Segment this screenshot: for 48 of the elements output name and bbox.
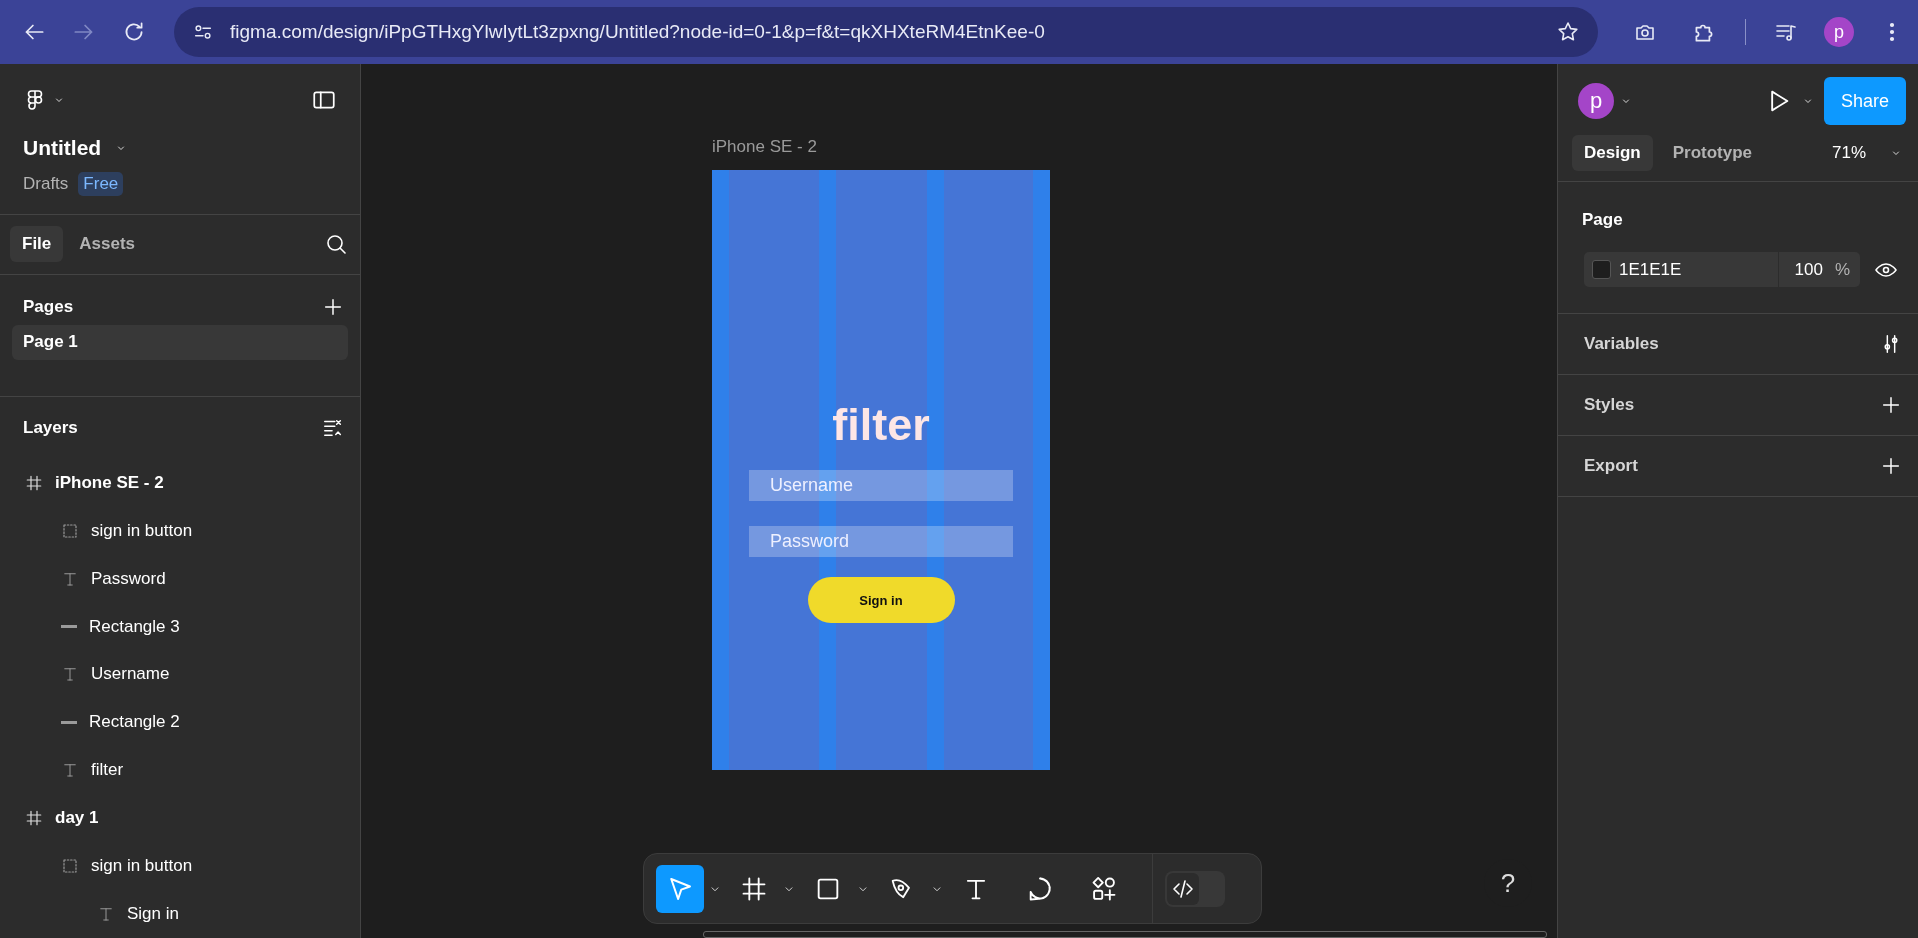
app-title: filter	[832, 400, 930, 450]
search-icon[interactable]	[324, 232, 348, 257]
color-field[interactable]: 1E1E1E 100 %	[1584, 252, 1860, 287]
section-heading: Variables	[1584, 334, 1659, 354]
layer-name[interactable]: Rectangle 3	[89, 616, 180, 637]
add-icon[interactable]	[1880, 394, 1902, 416]
layer-name[interactable]: Sign in	[127, 904, 179, 925]
frame-icon	[25, 809, 43, 828]
layer-name[interactable]: day 1	[55, 808, 99, 829]
layer-name[interactable]: sign in button	[91, 856, 193, 877]
layer-name[interactable]: Rectangle 2	[89, 712, 180, 733]
file-title[interactable]: Untitled	[23, 136, 102, 160]
section-heading: Page	[1581, 209, 1624, 231]
user-avatar[interactable]: p	[1578, 83, 1614, 119]
section-heading: Layers	[23, 417, 78, 438]
star-icon[interactable]	[1556, 20, 1580, 44]
section-heading: Export	[1584, 456, 1638, 476]
panel-tab[interactable]: Assets	[67, 226, 148, 263]
section-heading: Styles	[1584, 395, 1635, 415]
layer-name[interactable]: sign in button	[91, 520, 193, 541]
sign-in-button[interactable]: Sign in	[807, 577, 955, 623]
dashed-square-icon	[61, 521, 79, 540]
project-name: Drafts	[23, 174, 69, 194]
dashed-square-icon	[61, 857, 79, 876]
address-bar[interactable]: figma.com/design/iPpGTHxgYlwIytLt3zpxng/Untitled?node-id=0-1&p=f&t=qkXHXteRM4EtnKee-0	[174, 7, 1598, 57]
panel-tab[interactable]: File	[10, 226, 64, 263]
section-heading: Pages	[23, 296, 74, 317]
layer-name[interactable]: filter	[91, 760, 124, 781]
page-item[interactable]: Page 1	[12, 324, 348, 360]
scrollbar[interactable]	[703, 931, 1547, 938]
frame-icon	[25, 473, 43, 492]
zoom-level[interactable]: 71%	[1831, 143, 1866, 163]
panel-tab[interactable]: Prototype	[1660, 135, 1765, 171]
tool-button[interactable]	[656, 864, 704, 913]
text-icon	[61, 761, 79, 780]
text-icon	[97, 905, 115, 924]
layer-name[interactable]: Username	[91, 664, 170, 685]
plan-badge: Free	[78, 172, 124, 196]
panel-tab[interactable]: Design	[1572, 135, 1653, 171]
frame-label[interactable]: iPhone SE - 2	[712, 137, 817, 157]
text-icon	[61, 665, 79, 684]
dev-mode-toggle[interactable]	[1165, 870, 1225, 907]
profile-avatar[interactable]: p	[1824, 17, 1854, 47]
add-icon[interactable]	[1880, 455, 1902, 477]
layer-name[interactable]: iPhone SE - 2	[55, 472, 164, 493]
shapes-icon	[1090, 874, 1118, 903]
layer-name[interactable]: Password	[91, 568, 166, 589]
color-swatch[interactable]	[1592, 260, 1611, 279]
